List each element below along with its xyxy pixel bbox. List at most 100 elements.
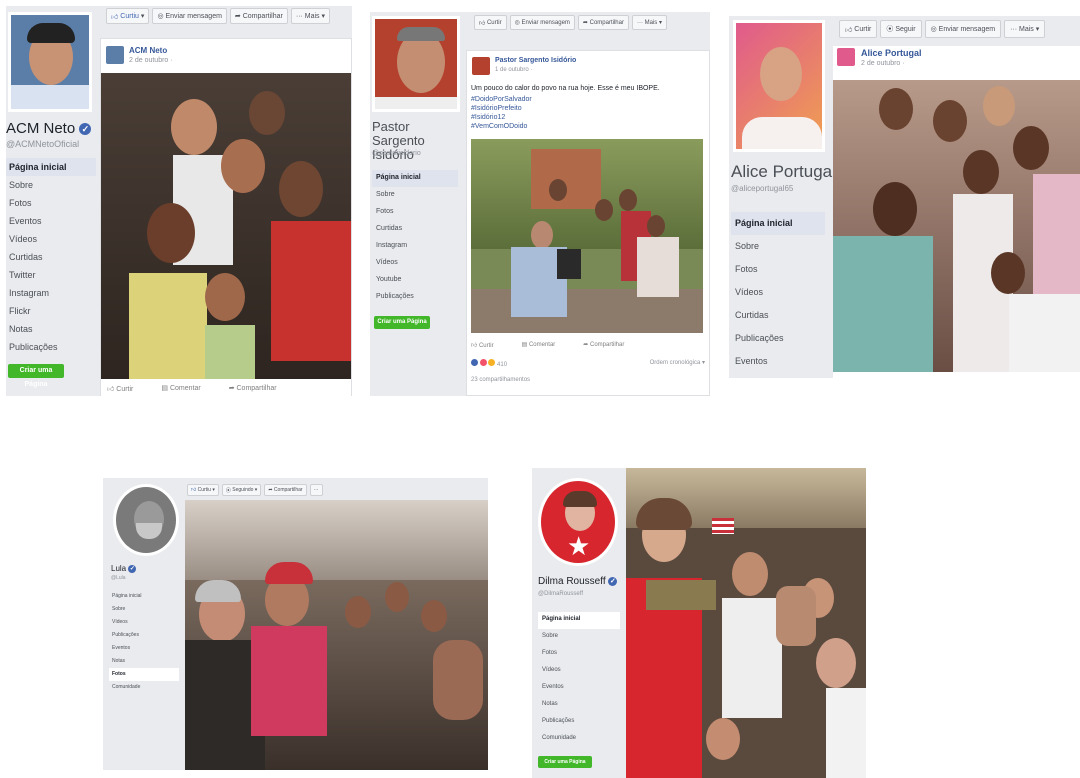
nav-item-home[interactable]: Página inicial bbox=[731, 212, 825, 235]
photo-scarf bbox=[646, 580, 716, 610]
nav-item-posts[interactable]: Publicações bbox=[109, 629, 179, 642]
nav-item-flickr[interactable]: Flickr bbox=[6, 302, 96, 320]
post-shares-count[interactable]: 23 compartilhamentos bbox=[471, 377, 530, 383]
post-like-button[interactable]: 👍︎ Curtir bbox=[471, 341, 508, 349]
post-photo[interactable] bbox=[101, 73, 351, 379]
post-reactions[interactable]: 410 bbox=[471, 359, 507, 368]
nav-item-notes[interactable]: Notas bbox=[538, 697, 620, 714]
hashtag-link[interactable]: #VemComODoido bbox=[471, 122, 532, 131]
profile-picture[interactable] bbox=[8, 12, 92, 112]
nav-item-home[interactable]: Página inicial bbox=[372, 170, 458, 187]
profile-picture[interactable] bbox=[113, 484, 179, 556]
create-page-button[interactable]: Criar uma Página bbox=[8, 364, 64, 388]
share-button[interactable]: ➦ Compartilhar bbox=[229, 8, 288, 24]
nav-item-about[interactable]: Sobre bbox=[372, 187, 458, 204]
nav-item-home[interactable]: Página inicial bbox=[538, 612, 620, 629]
profile-picture[interactable]: ★ bbox=[538, 478, 618, 566]
profile-picture[interactable] bbox=[733, 20, 825, 152]
nav-item-posts[interactable]: Publicações bbox=[372, 289, 458, 306]
post-author[interactable]: Pastor Sargento Isidório bbox=[495, 57, 576, 64]
cover-photo[interactable] bbox=[626, 468, 866, 778]
nav-item-notes[interactable]: Notas bbox=[6, 320, 96, 338]
more-button[interactable]: ··· bbox=[309, 484, 323, 496]
nav-item-likes[interactable]: Curtidas bbox=[731, 304, 825, 327]
send-message-button[interactable]: ◎ Enviar mensagem bbox=[509, 15, 575, 30]
nav-item-about[interactable]: Sobre bbox=[6, 176, 96, 194]
cover-photo[interactable] bbox=[185, 500, 488, 770]
nav-item-events[interactable]: Eventos bbox=[109, 642, 179, 655]
create-page-button[interactable]: Criar uma Página bbox=[374, 316, 430, 329]
nav-item-events[interactable]: Eventos bbox=[6, 212, 96, 230]
nav-item-videos[interactable]: Vídeos bbox=[109, 616, 179, 629]
profile-picture[interactable] bbox=[372, 16, 460, 112]
nav-item-about[interactable]: Sobre bbox=[109, 603, 179, 616]
nav-item-videos[interactable]: Vídeos bbox=[731, 281, 825, 304]
nav-item-photos[interactable]: Fotos bbox=[372, 204, 458, 221]
more-button[interactable]: ··· Mais ▾ bbox=[631, 15, 667, 30]
nav-item-videos[interactable]: Vídeos bbox=[372, 255, 458, 272]
more-button[interactable]: ··· Mais ▾ bbox=[1004, 20, 1046, 38]
send-message-button[interactable]: ◎ Enviar mensagem bbox=[152, 8, 227, 24]
post-like-button[interactable]: 👍︎ Curtir bbox=[107, 384, 147, 393]
nav-item-youtube[interactable]: Youtube bbox=[372, 272, 458, 289]
liked-button[interactable]: 👍︎ Curtiu ▾ bbox=[187, 484, 219, 496]
nav-item-posts[interactable]: Publicações bbox=[6, 338, 96, 356]
like-button[interactable]: 👍︎ Curtir bbox=[839, 20, 878, 38]
post-comment-button[interactable]: ▤ Comentar bbox=[522, 341, 570, 349]
nav-item-photos[interactable]: Fotos bbox=[6, 194, 96, 212]
comment-order-dropdown[interactable]: Ordem cronológica ▾ bbox=[650, 359, 705, 366]
follow-button[interactable]: ⦿ Seguir bbox=[880, 20, 922, 38]
nav-item-events[interactable]: Eventos bbox=[538, 680, 620, 697]
nav-item-instagram[interactable]: Instagram bbox=[372, 238, 458, 255]
nav-item-photos[interactable]: Fotos bbox=[109, 668, 179, 681]
nav-item-likes[interactable]: Curtidas bbox=[6, 248, 96, 266]
page-nav: Página inicial Sobre Fotos Vídeos Curtid… bbox=[731, 212, 825, 373]
nav-item-photos[interactable]: Fotos bbox=[731, 258, 825, 281]
hashtag-link[interactable]: #IsidórioPrefeito bbox=[471, 104, 532, 113]
nav-item-likes[interactable]: Curtidas bbox=[372, 221, 458, 238]
hashtag-link[interactable]: #DoidoPorSalvador bbox=[471, 95, 532, 104]
nav-item-posts[interactable]: Publicações bbox=[731, 327, 825, 350]
post-author-avatar[interactable] bbox=[472, 57, 490, 75]
post-author-avatar[interactable] bbox=[106, 46, 124, 64]
nav-item-home[interactable]: Página inicial bbox=[6, 158, 96, 176]
nav-item-events[interactable]: Eventos bbox=[731, 350, 825, 373]
create-page-button[interactable]: Criar uma Página bbox=[538, 756, 592, 768]
post-photo[interactable] bbox=[471, 139, 703, 333]
nav-item-videos[interactable]: Vídeos bbox=[6, 230, 96, 248]
nav-item-about[interactable]: Sobre bbox=[538, 629, 620, 646]
page-title: ACM Neto ✓ bbox=[6, 120, 92, 137]
post-photo[interactable] bbox=[833, 80, 1080, 372]
share-button[interactable]: ➦ Compartilhar bbox=[264, 484, 307, 496]
profile-beard bbox=[136, 523, 162, 539]
post-share-button[interactable]: ➦ Compartilhar bbox=[229, 384, 291, 393]
nav-item-home[interactable]: Página inicial bbox=[109, 590, 179, 603]
nav-item-community[interactable]: Comunidade bbox=[109, 681, 179, 694]
post-author[interactable]: Alice Portugal bbox=[861, 48, 922, 58]
post-author[interactable]: ACM Neto bbox=[129, 46, 167, 55]
post-date[interactable]: 2 de outubro · bbox=[861, 60, 905, 67]
post-date[interactable]: 2 de outubro · bbox=[129, 57, 173, 64]
post-date[interactable]: 1 de outubro · bbox=[495, 67, 532, 73]
share-button[interactable]: ➦ Compartilhar bbox=[577, 15, 629, 30]
nav-item-posts[interactable]: Publicações bbox=[538, 714, 620, 731]
nav-item-photos[interactable]: Fotos bbox=[538, 646, 620, 663]
post-author-avatar[interactable] bbox=[837, 48, 855, 66]
post-share-button[interactable]: ➦ Compartilhar bbox=[583, 341, 638, 349]
message-icon: ◎ bbox=[514, 20, 520, 26]
liked-button[interactable]: 👍︎ Curtiu ▾ bbox=[106, 8, 150, 24]
send-message-button[interactable]: ◎ Enviar mensagem bbox=[924, 20, 1002, 38]
post-comment-button[interactable]: ▤ Comentar bbox=[161, 384, 214, 393]
like-button[interactable]: 👍︎ Curtir bbox=[474, 15, 507, 30]
nav-item-twitter[interactable]: Twitter bbox=[6, 266, 96, 284]
page-sidebar: Lula ✓ @Lula Página inicial Sobre Vídeos… bbox=[103, 478, 183, 770]
verified-badge-icon: ✓ bbox=[79, 123, 92, 136]
nav-item-about[interactable]: Sobre bbox=[731, 235, 825, 258]
following-button[interactable]: ⦿ Seguindo ▾ bbox=[221, 484, 262, 496]
hashtag-link[interactable]: #Isidório12 bbox=[471, 113, 532, 122]
more-button[interactable]: ··· Mais ▾ bbox=[290, 8, 331, 24]
nav-item-videos[interactable]: Vídeos bbox=[538, 663, 620, 680]
nav-item-instagram[interactable]: Instagram bbox=[6, 284, 96, 302]
nav-item-community[interactable]: Comunidade bbox=[538, 731, 620, 748]
nav-item-notes[interactable]: Notas bbox=[109, 655, 179, 668]
